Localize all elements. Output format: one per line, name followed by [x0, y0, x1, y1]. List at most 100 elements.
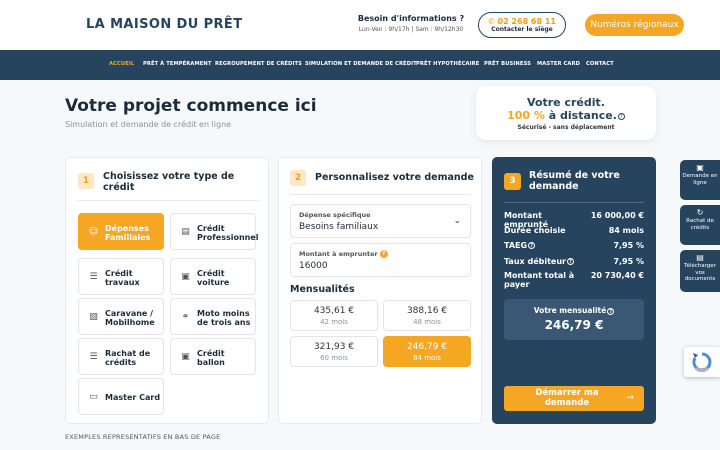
phone-icon: ✆ — [488, 17, 495, 26]
summary-key: TAEG? — [504, 241, 584, 250]
help-icon[interactable]: ? — [528, 242, 536, 249]
nav-item-regroupement[interactable]: REGROUPEMENT DE CRÉDITS — [215, 61, 302, 67]
summary-key: Montant total à payer — [504, 271, 575, 289]
phone-text: 02 268 68 11 — [497, 17, 556, 26]
nav-item-business[interactable]: PRÊT BUSINESS — [484, 61, 531, 67]
monthly-option-48[interactable]: 388,16 € 48 mois — [383, 300, 471, 331]
nav-item-hypothecaire[interactable]: PRÊT HYPOTHÉCAIRE — [416, 61, 479, 67]
top-bar: LA MAISON DU PRÊT Besoin d'informations … — [0, 0, 720, 50]
option-credit-travaux[interactable]: ☰ Crédit travaux — [78, 258, 164, 295]
summary-value: 16 000,00 € — [590, 211, 644, 220]
mensualites-title: Mensualités — [290, 284, 355, 295]
page-title: Votre projet commence ici — [65, 96, 317, 116]
monitor-icon: ▣ — [696, 163, 704, 172]
help-icon[interactable]: ? — [566, 258, 574, 265]
layers-icon: ☰ — [89, 352, 98, 362]
nav-item-contact[interactable]: CONTACT — [586, 61, 614, 67]
start-label: Démarrer ma demande — [535, 388, 599, 408]
summary-value: 7,95 % — [613, 257, 644, 266]
step1-title: Choisissez votre type de crédit — [103, 171, 235, 193]
phone-sub: Contacter le siège — [491, 26, 553, 33]
side-tab-label: Télécharger vos documents — [684, 263, 716, 282]
divider — [78, 200, 258, 201]
refresh-icon: ↻ — [696, 208, 704, 217]
amount-label: Montant à emprunter? — [299, 250, 388, 258]
site-logo[interactable]: LA MAISON DU PRÊT — [86, 17, 242, 32]
promo-line3: Sécurisé - sans déplacement — [517, 124, 615, 131]
option-label: Crédit Professionnel — [197, 223, 259, 242]
nav-item-master-card[interactable]: MASTER CARD — [537, 61, 580, 67]
promo-line1: Votre crédit. — [527, 96, 605, 109]
summary-panel: 3 Résumé de votre demande Montant emprun… — [492, 157, 656, 424]
caravan-icon: ▧ — [89, 312, 98, 322]
promo-card: Votre crédit. 100 % à distance.? Sécuris… — [476, 86, 656, 140]
car-icon: ▣ — [181, 272, 190, 282]
layers-icon: ☰ — [89, 272, 98, 282]
monthly-amount: 246,79 € — [406, 342, 448, 352]
option-label: Rachat de crédits — [105, 348, 151, 367]
amount-value: 16000 — [299, 261, 328, 271]
side-tab-rachat[interactable]: ↻ Rachat de crédits — [680, 205, 720, 245]
monthly-option-84[interactable]: 246,79 € 84 mois — [383, 336, 471, 367]
summary-key: Durée choisie — [504, 226, 566, 235]
info-block: Besoin d'informations ? Lun-Ven : 9h/17h… — [356, 14, 466, 33]
option-moto[interactable]: ⚭ Moto moins de trois ans — [170, 298, 256, 335]
side-tab-documents[interactable]: ▤ Télécharger vos documents — [680, 250, 720, 292]
step2-number: 2 — [290, 170, 306, 186]
help-icon[interactable]: ? — [379, 250, 388, 258]
summary-key-text: Taux débiteur — [504, 257, 566, 266]
help-icon[interactable]: ? — [617, 112, 625, 120]
nav-item-simulation[interactable]: SIMULATION ET DEMANDE DE CRÉDIT — [305, 61, 417, 67]
option-label: Crédit travaux — [105, 268, 140, 287]
nav-item-accueil[interactable]: ACCUEIL — [109, 61, 134, 67]
credit-card-icon: ▭ — [89, 392, 98, 402]
option-master-card[interactable]: ▭ Master Card — [78, 378, 164, 415]
summary-value: 20 730,40 € — [590, 271, 644, 280]
promo-rest: à distance. — [544, 109, 617, 122]
step3-number: 3 — [504, 173, 521, 190]
monthly-label-text: Votre mensualité — [533, 306, 607, 315]
monthly-amount: 321,93 € — [313, 342, 355, 352]
main-nav: ACCUEIL PRÊT À TEMPÉRAMENT REGROUPEMENT … — [0, 50, 720, 80]
info-title: Besoin d'informations ? — [357, 14, 465, 23]
family-icon: ☺ — [88, 227, 99, 237]
expense-select[interactable]: Dépense spécifique Besoins familiaux ⌄ — [290, 204, 471, 238]
monthly-option-42[interactable]: 435,61 € 42 mois — [290, 300, 378, 331]
divider — [504, 202, 644, 203]
expense-label: Dépense spécifique — [299, 211, 371, 219]
option-caravane[interactable]: ▧ Caravane / Mobilhome — [78, 298, 164, 335]
monthly-duration: 48 mois — [413, 318, 441, 326]
monthly-duration: 42 mois — [320, 318, 348, 326]
start-request-button[interactable]: Démarrer ma demande → — [504, 386, 644, 411]
summary-key: Taux débiteur? — [504, 257, 584, 266]
monthly-amount: 435,61 € — [313, 306, 355, 316]
regional-numbers-button[interactable]: Numéros régionaux — [585, 14, 684, 36]
option-label: Crédit voiture — [197, 268, 230, 287]
monthly-amount: 388,16 € — [406, 306, 448, 316]
monthly-option-60[interactable]: 321,93 € 60 mois — [290, 336, 378, 367]
step1-number: 1 — [78, 173, 94, 189]
summary-value: 84 mois — [608, 226, 644, 235]
amount-input[interactable]: Montant à emprunter? 16000 — [290, 243, 471, 277]
nav-item-pret-temperament[interactable]: PRÊT À TEMPÉRAMENT — [143, 61, 212, 67]
step2-title: Personnalisez votre demande — [315, 172, 474, 183]
promo-accent: 100 % — [507, 109, 545, 122]
help-icon[interactable]: ? — [607, 307, 615, 315]
option-label: Caravane / Mobilhome — [105, 308, 155, 327]
recaptcha-badge[interactable] — [684, 347, 720, 377]
recaptcha-icon — [692, 352, 712, 373]
document-icon: ▤ — [696, 253, 704, 262]
option-credit-ballon[interactable]: ▣ Crédit ballon — [170, 338, 256, 375]
option-rachat-credits[interactable]: ☰ Rachat de crédits — [78, 338, 164, 375]
side-tab-demande[interactable]: ▣ Demande en ligne — [680, 160, 720, 200]
monthly-value: 246,79 € — [544, 318, 604, 332]
phone-button[interactable]: ✆ 02 268 68 11 Contacter le siège — [478, 12, 566, 38]
option-label: Crédit ballon — [197, 348, 225, 367]
monthly-duration: 60 mois — [320, 354, 348, 362]
option-credit-voiture[interactable]: ▣ Crédit voiture — [170, 258, 256, 295]
arrow-right-icon: → — [626, 393, 634, 403]
page-subtitle: Simulation et demande de crédit en ligne — [65, 120, 232, 129]
option-credit-professionnel[interactable]: ▤ Crédit Professionnel — [170, 213, 259, 250]
option-depenses-familiales[interactable]: ☺ Dépenses Familiales — [78, 213, 164, 250]
summary-title: Résumé de votre demande — [529, 170, 620, 192]
